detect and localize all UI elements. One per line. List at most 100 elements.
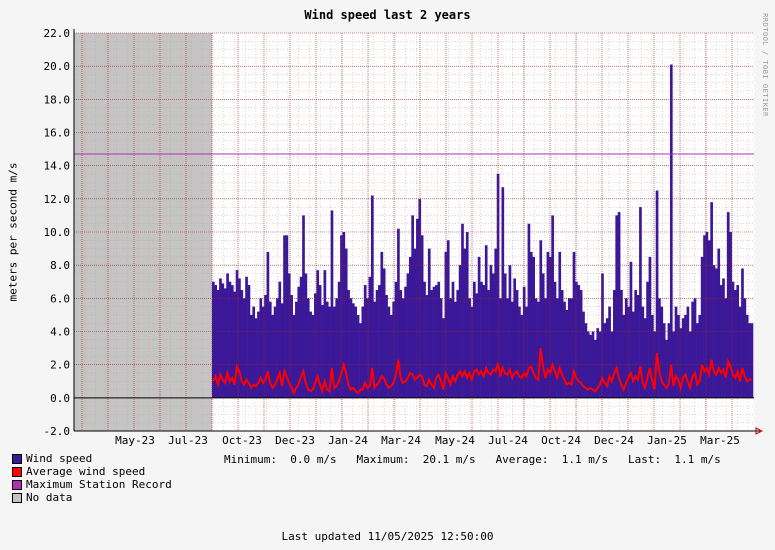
wind-speed-bar xyxy=(669,64,673,398)
wind-speed-bar xyxy=(477,256,481,398)
wind-speed-bar xyxy=(608,306,611,398)
stat-minimum: Minimum: 0.0 m/s xyxy=(224,453,337,466)
stat-last: Last: 1.1 m/s xyxy=(628,453,721,466)
wind-speed-bar xyxy=(491,273,495,398)
wind-speed-bar xyxy=(413,248,417,398)
wind-speed-bar xyxy=(743,298,747,398)
wind-speed-bar xyxy=(634,290,638,398)
y-axis-label: meters per second m/s xyxy=(6,162,20,302)
wind-speed-bar xyxy=(617,212,621,398)
wind-speed-bar xyxy=(370,195,374,398)
wind-speed-bar xyxy=(703,235,706,398)
wind-speed-bar xyxy=(529,251,533,398)
wind-speed-bar xyxy=(416,218,419,398)
wind-speed-bar xyxy=(724,298,728,398)
wind-speed-bar xyxy=(636,295,640,398)
y-tick-label: 10.0 xyxy=(44,226,71,239)
wind-speed-bar xyxy=(544,298,547,398)
y-tick-label: 16.0 xyxy=(44,127,71,140)
wind-speed-bar xyxy=(264,295,267,398)
wind-speed-bar xyxy=(349,298,353,398)
wind-speed-bar xyxy=(515,290,519,398)
wind-speed-bar xyxy=(681,318,685,398)
legend-label: Average wind speed xyxy=(26,465,146,478)
wind-speed-bar xyxy=(627,306,630,398)
wind-speed-bar xyxy=(420,235,424,398)
wind-speed-bar xyxy=(556,298,559,398)
legend: Wind speed Average wind speed Maximum St… xyxy=(12,452,172,504)
wind-speed-bar xyxy=(366,298,369,398)
wind-speed-bar xyxy=(674,306,678,398)
wind-speed-bar xyxy=(698,314,702,398)
average-wind-speed-swatch xyxy=(12,466,22,477)
wind-speed-bar xyxy=(537,301,540,398)
wind-speed-bar xyxy=(736,285,740,398)
wind-speed-bar xyxy=(715,268,718,398)
wind-speed-bar xyxy=(684,314,687,398)
wind-speed-bar xyxy=(719,285,723,398)
x-tick-label: Jul-24 xyxy=(488,434,528,447)
x-tick-label: Mar-24 xyxy=(381,434,421,447)
x-tick-label: Mar-25 xyxy=(700,434,740,447)
wind-speed-bar xyxy=(520,314,524,398)
y-tick-label: 6.0 xyxy=(50,292,70,305)
wind-speed-bar xyxy=(475,293,479,398)
wind-speed-bar xyxy=(468,298,471,398)
legend-label: Maximum Station Record xyxy=(26,478,172,491)
wind-speed-swatch xyxy=(12,453,22,464)
rrdtool-watermark: RRDTOOL / TOBI OETIKER xyxy=(761,13,769,117)
wind-speed-bar xyxy=(613,290,616,398)
wind-speed-bar xyxy=(534,298,538,398)
wind-speed-bar xyxy=(553,281,557,398)
wind-speed-bar xyxy=(363,285,367,398)
wind-speed-bar xyxy=(539,240,543,398)
y-tick-label: 22.0 xyxy=(44,27,71,40)
wind-speed-bar xyxy=(351,303,355,398)
statistics: Minimum: 0.0 m/s Maximum: 20.1 m/s Avera… xyxy=(224,453,721,466)
wind-speed-bar xyxy=(510,301,514,398)
y-tick-labels: -2.0 0.0 2.0 4.0 6.0 8.0 10.0 12.0 14.0 16.0 18.0 2… xyxy=(44,27,71,438)
x-tick-label: Jan-25 xyxy=(647,434,687,447)
wind-speed-bar xyxy=(484,245,488,398)
wind-speed-bar xyxy=(745,314,749,398)
wind-speed-bar xyxy=(494,248,498,398)
wind-speed-bar xyxy=(696,323,699,398)
y-tick-label: 0.0 xyxy=(50,392,70,405)
wind-speed-bar xyxy=(427,248,431,398)
legend-item-wind-speed: Wind speed xyxy=(12,452,172,465)
wind-speed-bar xyxy=(411,215,414,398)
maximum-station-record-swatch xyxy=(12,479,22,490)
wind-speed-bar xyxy=(456,290,460,398)
legend-label: No data xyxy=(26,491,73,504)
wind-speed-bar xyxy=(356,314,360,398)
x-tick-label: May-24 xyxy=(435,434,475,447)
x-tick-label: Jan-24 xyxy=(328,434,368,447)
wind-speed-bar xyxy=(722,278,725,398)
wind-speed-bar xyxy=(631,311,635,398)
y-tick-label: 4.0 xyxy=(50,326,70,339)
y-tick-label: -2.0 xyxy=(44,425,71,438)
wind-speed-bar xyxy=(290,295,293,398)
y-tick-label: 14.0 xyxy=(44,160,71,173)
x-tick-label: Jul-23 xyxy=(168,434,208,447)
x-tick-label: May-23 xyxy=(115,434,155,447)
wind-speed-bar xyxy=(292,314,296,398)
wind-speed-bar xyxy=(603,323,607,398)
wind-speed-bar xyxy=(359,323,362,398)
wind-speed-bar xyxy=(558,251,562,398)
wind-speed-bar xyxy=(480,281,483,398)
y-tick-label: 2.0 xyxy=(50,359,70,372)
y-tick-label: 20.0 xyxy=(44,60,71,73)
wind-speed-bar xyxy=(387,306,391,398)
wind-speed-bar xyxy=(560,290,564,398)
wind-speed-bar xyxy=(506,298,509,398)
x-tick-labels: May-23 Jul-23 Oct-23 Dec-23 Jan-24 Mar-24 May-… xyxy=(115,434,740,447)
wind-speed-bar xyxy=(658,298,661,398)
wind-speed-bar xyxy=(306,298,310,398)
legend-item-average-wind-speed: Average wind speed xyxy=(12,465,172,478)
x-tick-label: Oct-24 xyxy=(541,434,581,447)
wind-speed-bar xyxy=(518,306,521,398)
wind-speed-bar xyxy=(354,306,358,398)
wind-speed-bar xyxy=(470,306,474,398)
legend-item-maximum-station-record: Maximum Station Record xyxy=(12,478,172,491)
